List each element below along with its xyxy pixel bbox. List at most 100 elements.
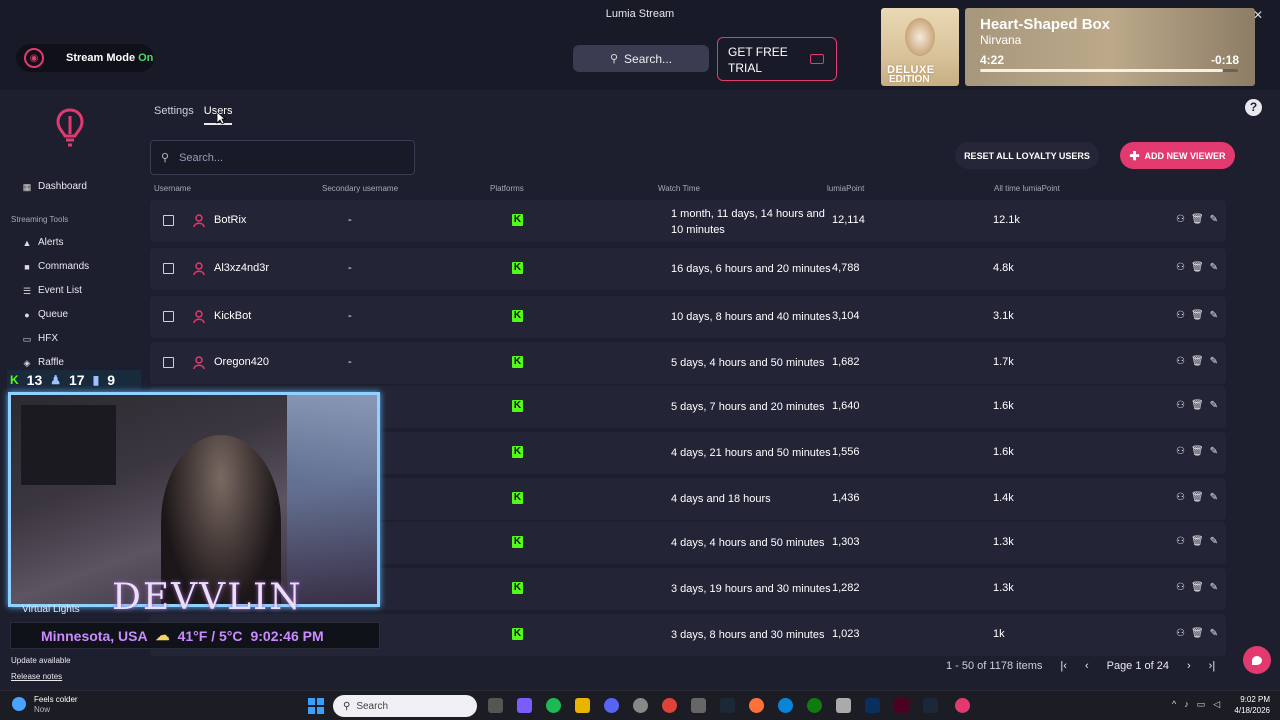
merge-users-icon[interactable]: ⚇	[1176, 310, 1185, 321]
edit-icon[interactable]: ✎	[1210, 628, 1218, 639]
pagination: 1 - 50 of 1178 items |‹ ‹ Page 1 of 24 ›…	[946, 660, 1215, 672]
search-icon: ⚲	[343, 700, 351, 712]
weather-widget[interactable]: Feels colder Now	[12, 695, 78, 715]
spotify-icon[interactable]	[546, 698, 561, 713]
table-row[interactable]: Oregon420 - K 5 days, 4 hours and 50 minute…	[150, 342, 1226, 384]
sidebar-item-dashboard[interactable]: ▦ Dashboard	[22, 181, 87, 192]
indesign-icon[interactable]	[894, 698, 909, 713]
trash-icon[interactable]: 🗑	[1191, 262, 1204, 273]
last-page-icon[interactable]: ›|	[1209, 660, 1216, 672]
free-trial-button[interactable]: GET FREE TRIAL	[717, 37, 837, 81]
header-watch-time[interactable]: Watch Time	[658, 184, 700, 193]
kick-platform-icon: K	[512, 356, 523, 368]
edit-icon[interactable]: ✎	[1210, 536, 1218, 547]
sidebar-item-alerts[interactable]: ▲ Alerts	[22, 237, 64, 248]
windows-start-icon[interactable]	[308, 698, 324, 714]
edit-icon[interactable]: ✎	[1210, 400, 1218, 411]
row-checkbox[interactable]	[163, 357, 174, 368]
edit-icon[interactable]: ✎	[1210, 582, 1218, 593]
steam-icon[interactable]	[720, 698, 735, 713]
sidebar-item-commands[interactable]: ■ Commands	[22, 261, 89, 272]
merge-users-icon[interactable]: ⚇	[1176, 492, 1185, 503]
merge-users-icon[interactable]: ⚇	[1176, 400, 1185, 411]
stream-mode-toggle[interactable]: ◉ Stream Mode On	[16, 44, 154, 72]
background-shelf	[21, 405, 116, 485]
discord-icon[interactable]	[604, 698, 619, 713]
header-platforms[interactable]: Platforms	[490, 184, 524, 193]
trash-icon[interactable]: 🗑	[1191, 446, 1204, 457]
table-row[interactable]: Al3xz4nd3r - K 16 days, 6 hours and 20 minu…	[150, 248, 1226, 290]
xbox-icon[interactable]	[807, 698, 822, 713]
row-checkbox[interactable]	[163, 311, 174, 322]
kick-platform-icon: K	[512, 492, 523, 504]
merge-users-icon[interactable]: ⚇	[1176, 214, 1185, 225]
user-search-input[interactable]: ⚲ Search...	[150, 140, 415, 175]
remaining-time: -0:18	[1210, 53, 1239, 67]
help-icon[interactable]: ?	[1245, 99, 1262, 116]
row-checkbox[interactable]	[163, 263, 174, 274]
taskbar-search[interactable]: ⚲ Search	[333, 695, 477, 717]
reset-loyalty-users-button[interactable]: RESET ALL LOYALTY USERS	[955, 142, 1099, 169]
header-lumia-point[interactable]: lumiaPoint	[827, 184, 864, 193]
stream-stats-overlay: K 13 ♟ 17 ▮ 9	[7, 370, 141, 390]
first-page-icon[interactable]: |‹	[1060, 660, 1067, 672]
trash-icon[interactable]: 🗑	[1191, 214, 1204, 225]
header-username[interactable]: Username	[154, 184, 191, 193]
top-search-button[interactable]: ⚲ Search...	[573, 45, 709, 72]
trash-icon[interactable]: 🗑	[1191, 400, 1204, 411]
file-explorer-icon[interactable]	[575, 698, 590, 713]
merge-users-icon[interactable]: ⚇	[1176, 356, 1185, 367]
chrome-icon[interactable]	[662, 698, 677, 713]
merge-users-icon[interactable]: ⚇	[1176, 446, 1185, 457]
trash-icon[interactable]: 🗑	[1191, 492, 1204, 503]
sidebar-item-queue[interactable]: ● Queue	[22, 309, 68, 320]
lumia-taskbar-icon[interactable]	[955, 698, 970, 713]
edit-icon[interactable]: ✎	[1210, 492, 1218, 503]
steam-alt-icon[interactable]	[923, 698, 938, 713]
next-page-icon[interactable]: ›	[1187, 660, 1191, 672]
row-actions: ⚇ 🗑 ✎	[1176, 356, 1218, 367]
taskbar-clock[interactable]: 9:02 PM 4/18/2026	[1234, 694, 1270, 716]
close-icon[interactable]: ✕	[1253, 8, 1263, 22]
system-tray[interactable]: ^ ♪ ▭ ◁	[1172, 699, 1220, 710]
trash-icon[interactable]: 🗑	[1191, 310, 1204, 321]
row-all-time-point: 1.3k	[993, 536, 1014, 548]
sidebar-item-hfx[interactable]: ▭ HFX	[22, 333, 58, 344]
header-all-time-lumia-point[interactable]: All time lumiaPoint	[994, 184, 1060, 193]
edit-icon[interactable]: ✎	[1210, 262, 1218, 273]
firefox-icon[interactable]	[749, 698, 764, 713]
edit-icon[interactable]: ✎	[1210, 446, 1218, 457]
edit-icon[interactable]: ✎	[1210, 214, 1218, 225]
sidebar-item-raffle[interactable]: ◈ Raffle	[22, 357, 64, 368]
store-icon[interactable]	[691, 698, 706, 713]
edit-icon[interactable]: ✎	[1210, 310, 1218, 321]
sidebar-item-virtual-lights[interactable]: Virtual Lights	[22, 604, 80, 615]
merge-users-icon[interactable]: ⚇	[1176, 262, 1185, 273]
table-row[interactable]: KickBot - K 10 days, 8 hours and 40 minutes…	[150, 296, 1226, 338]
trash-icon[interactable]: 🗑	[1191, 582, 1204, 593]
release-notes-link[interactable]: Release notes	[11, 672, 62, 681]
copilot-icon[interactable]	[517, 698, 532, 713]
app-icon[interactable]	[836, 698, 851, 713]
photoshop-icon[interactable]	[865, 698, 880, 713]
trash-icon[interactable]: 🗑	[1191, 356, 1204, 367]
task-view-icon[interactable]	[488, 698, 503, 713]
trash-icon[interactable]: 🗑	[1191, 628, 1204, 639]
add-new-viewer-button[interactable]: ✚ ADD NEW VIEWER	[1120, 142, 1235, 169]
obs-icon[interactable]	[633, 698, 648, 713]
row-lumia-point: 1,303	[832, 536, 860, 548]
edge-icon[interactable]	[778, 698, 793, 713]
edit-icon[interactable]: ✎	[1210, 356, 1218, 367]
sidebar-item-event-list[interactable]: ☰ Event List	[22, 285, 82, 296]
merge-users-icon[interactable]: ⚇	[1176, 628, 1185, 639]
chat-bubble-button[interactable]	[1243, 646, 1271, 674]
merge-users-icon[interactable]: ⚇	[1176, 582, 1185, 593]
table-row[interactable]: BotRix - K 1 month, 11 days, 14 hours and 1…	[150, 200, 1226, 242]
trash-icon[interactable]: 🗑	[1191, 536, 1204, 547]
prev-page-icon[interactable]: ‹	[1085, 660, 1089, 672]
merge-users-icon[interactable]: ⚇	[1176, 536, 1185, 547]
tab-settings[interactable]: Settings	[154, 105, 194, 125]
song-progress-fill	[980, 69, 1223, 72]
row-checkbox[interactable]	[163, 215, 174, 226]
header-secondary-username[interactable]: Secondary username	[322, 184, 398, 193]
